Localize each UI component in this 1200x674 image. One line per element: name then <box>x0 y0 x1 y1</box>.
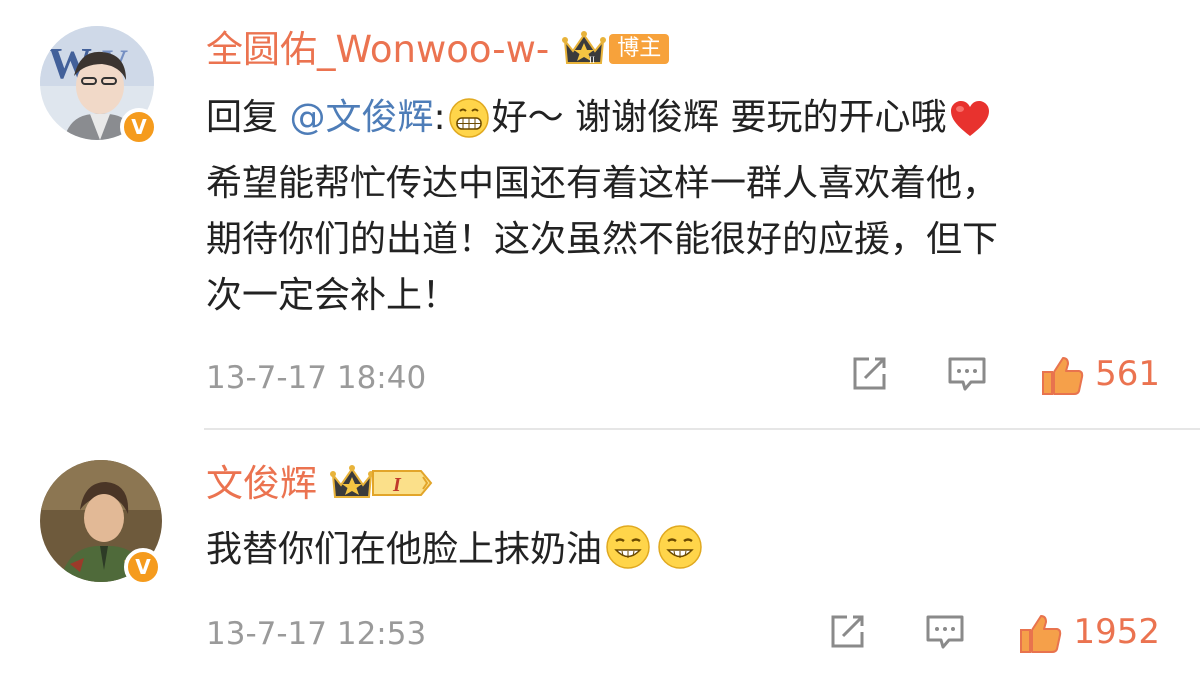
comment-item: V 文俊辉 I 我替你们在他脸上抹奶油 13-7-17 12:53 1952 <box>0 428 1200 674</box>
share-icon[interactable] <box>827 612 867 652</box>
like-button[interactable]: 1952 <box>1019 612 1160 653</box>
share-icon[interactable] <box>849 354 889 394</box>
red-heart-icon <box>949 99 991 156</box>
like-count: 1952 <box>1073 612 1160 652</box>
mention-link[interactable]: @文俊辉 <box>289 97 433 138</box>
comment-actions: 1952 <box>827 612 1160 653</box>
comment-timestamp: 13-7-17 12:53 <box>206 616 427 652</box>
user-name[interactable]: 全圆佑_Wonwoo-w- <box>206 31 549 68</box>
reply-icon[interactable] <box>947 354 987 394</box>
smirk-emoji-icon <box>656 523 704 588</box>
comment-timestamp: 13-7-17 18:40 <box>206 360 427 396</box>
comment-header: 文俊辉 I <box>206 458 433 508</box>
comment-text: 回复 @文俊辉: 好～ 谢谢俊辉 要玩的开心哦 希望能帮忙传达中国还有着这样一群… <box>206 90 1166 324</box>
verified-badge-icon: V <box>120 108 158 146</box>
crown-icon: II <box>561 29 607 69</box>
thumbs-up-icon <box>1019 612 1062 653</box>
crown-level: II <box>589 55 595 65</box>
level-text: I <box>392 474 402 496</box>
comment-line-1: 好～ 谢谢俊辉 要玩的开心哦 <box>491 97 947 138</box>
comment-line-4: 次一定会补上！ <box>206 275 459 316</box>
blogger-tag: 博主 <box>609 33 670 65</box>
thumbs-up-icon <box>1041 354 1084 395</box>
mention-colon: : <box>433 97 446 138</box>
reply-prefix: 回复 <box>206 97 279 138</box>
user-name[interactable]: 文俊辉 <box>206 465 317 502</box>
like-count: 561 <box>1095 354 1160 394</box>
reply-icon[interactable] <box>925 612 965 652</box>
grin-emoji-icon <box>448 97 490 156</box>
like-button[interactable]: 561 <box>1041 354 1160 395</box>
comment-text: 我替你们在他脸上抹奶油 <box>206 522 1166 588</box>
crown-icon <box>329 463 375 503</box>
comment-line-3: 期待你们的出道！这次虽然不能很好的应援，但下 <box>206 219 999 260</box>
comment-line-2: 希望能帮忙传达中国还有着这样一群人喜欢着他， <box>206 163 999 204</box>
smirk-emoji-icon <box>604 523 652 588</box>
comment-actions: 561 <box>849 354 1160 395</box>
comment-item: W V V 全圆佑_Wonwoo-w- II 博主 回复 <box>0 0 1200 428</box>
level-badge: I <box>371 468 433 498</box>
comment-header: 全圆佑_Wonwoo-w- II 博主 <box>206 24 670 74</box>
comment-line-1: 我替你们在他脸上抹奶油 <box>206 529 603 570</box>
verified-badge-icon: V <box>124 548 162 586</box>
